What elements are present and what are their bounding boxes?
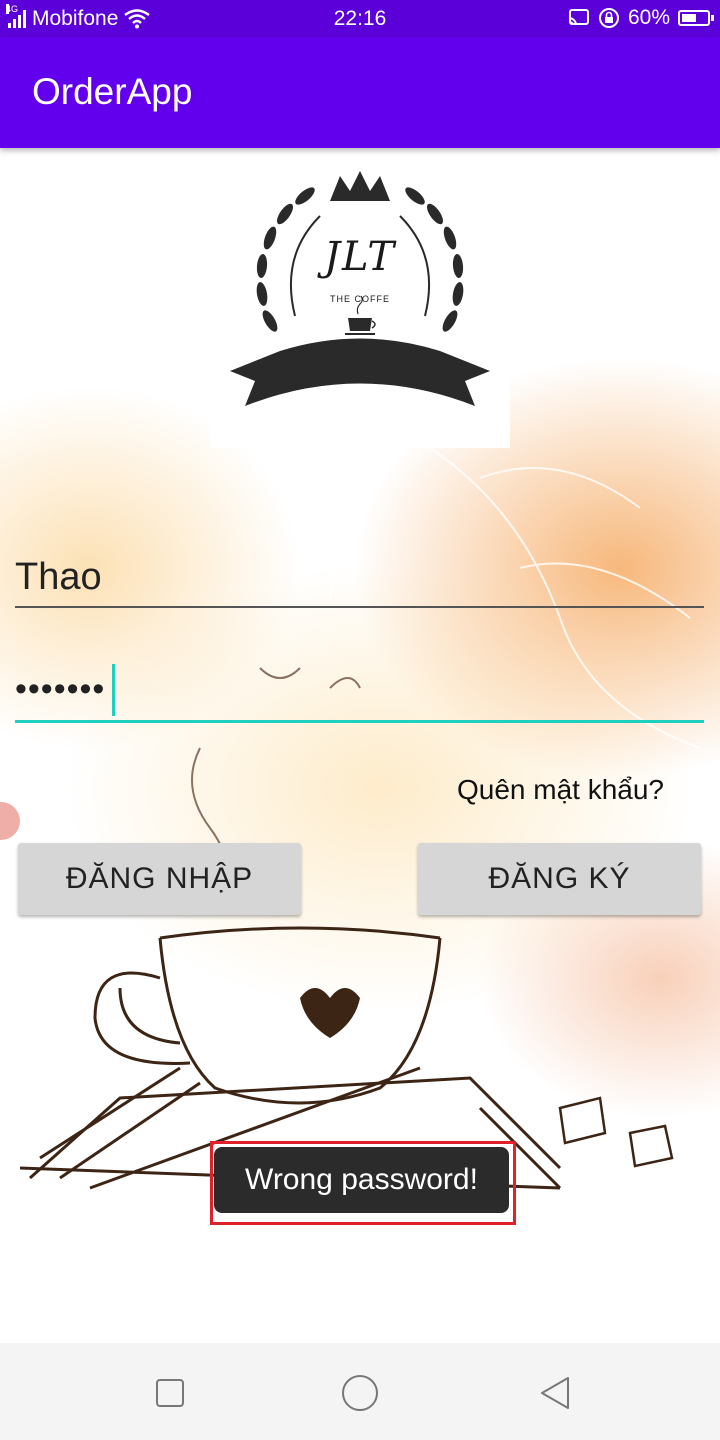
home-circle-icon: [342, 1375, 378, 1411]
toast-highlight-box: [210, 1141, 516, 1225]
password-masked-value: •••••••: [15, 670, 106, 708]
app-title: OrderApp: [32, 71, 193, 112]
forgot-password-link[interactable]: Quên mật khẩu?: [457, 774, 664, 806]
username-input[interactable]: Thao: [15, 548, 704, 608]
status-right: 60%: [568, 6, 714, 30]
cast-icon: [568, 9, 589, 26]
recents-button[interactable]: [150, 1373, 190, 1413]
password-input[interactable]: •••••••: [15, 660, 704, 723]
recents-square-icon: [156, 1379, 184, 1407]
username-value: Thao: [15, 556, 102, 598]
rotation-lock-icon: [598, 8, 619, 28]
register-button[interactable]: ĐĂNG KÝ: [418, 843, 701, 915]
brand-logo: JLT THE COFFE: [210, 156, 510, 448]
back-triangle-icon: [541, 1377, 569, 1409]
app-bar: OrderApp: [0, 37, 720, 148]
back-button[interactable]: [535, 1373, 575, 1413]
battery-icon: [678, 10, 714, 26]
logo-monogram: JLT: [323, 234, 396, 280]
login-button[interactable]: ĐĂNG NHẬP: [18, 843, 301, 915]
logo-tagline: THE COFFE: [330, 294, 390, 304]
home-button[interactable]: [340, 1373, 380, 1413]
system-nav-bar: [0, 1343, 720, 1440]
battery-percent: 60%: [627, 6, 670, 29]
status-bar: 4G Mobifone 22:16 60%: [0, 0, 720, 37]
text-cursor: [112, 664, 115, 716]
